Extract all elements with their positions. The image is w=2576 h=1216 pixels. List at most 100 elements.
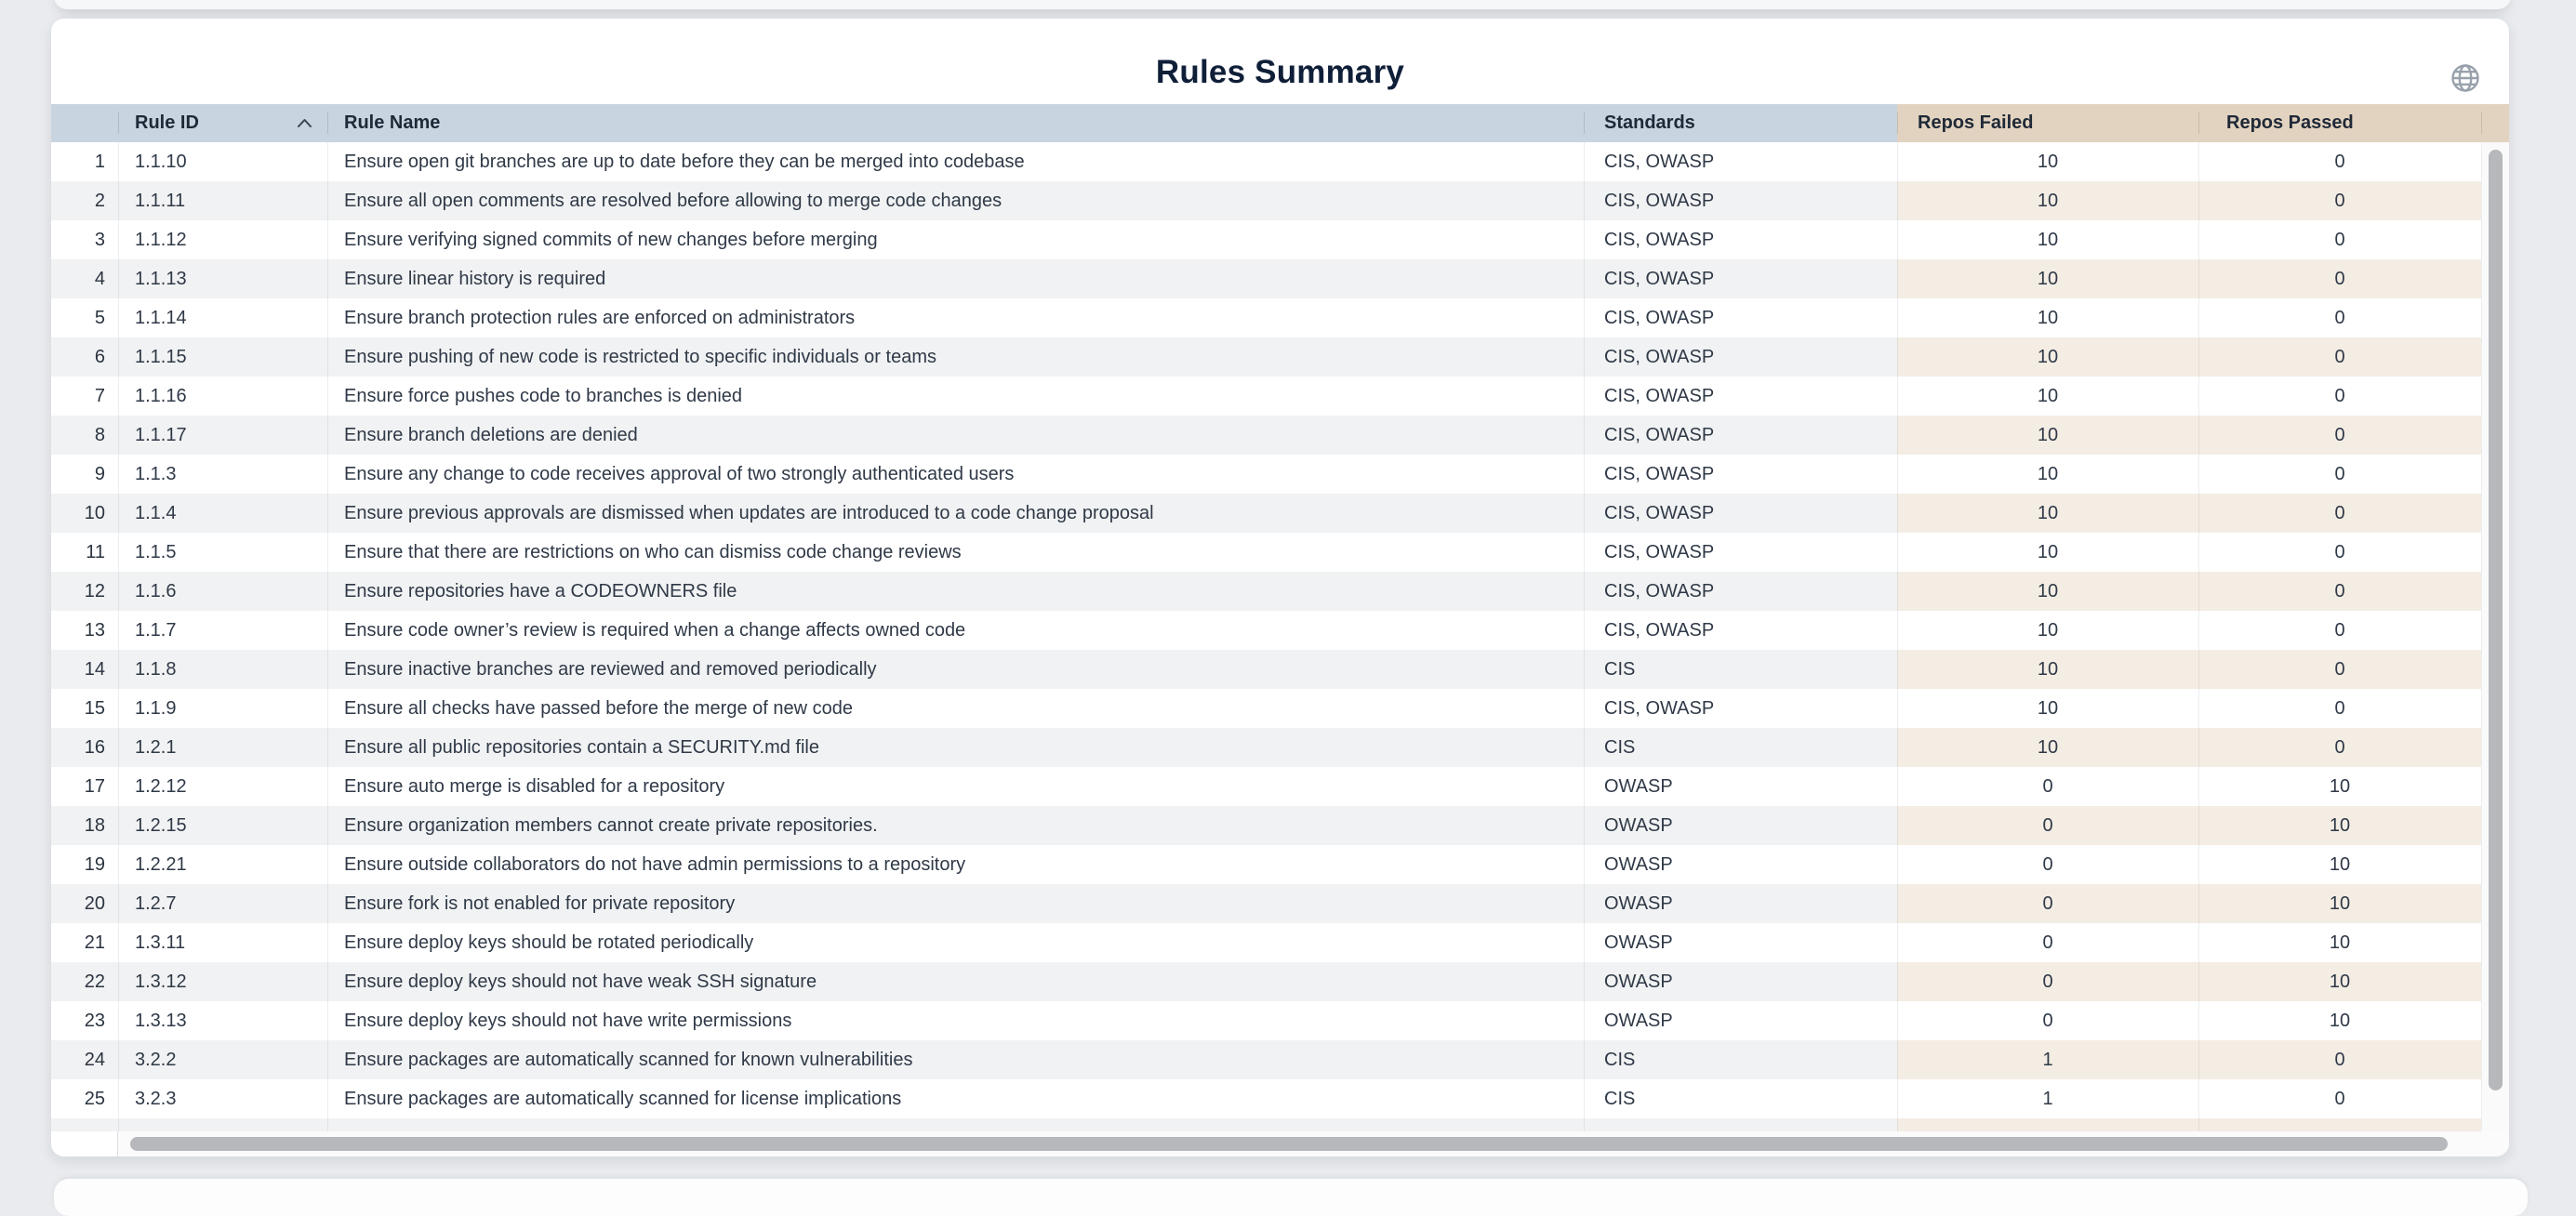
cell-rule-id: 1.1.6 [118,572,327,611]
cell-row-number: 22 [51,962,118,1001]
table-row[interactable]: 22 1.3.12 Ensure deploy keys should not … [51,962,2509,1001]
cell-rule-id [118,1118,327,1131]
table-row[interactable]: 4 1.1.13 Ensure linear history is requir… [51,259,2509,298]
table-row[interactable]: 15 1.1.9 Ensure all checks have passed b… [51,689,2509,728]
table-row[interactable]: 10 1.1.4 Ensure previous approvals are d… [51,494,2509,533]
table-row[interactable]: 13 1.1.7 Ensure code owner’s review is r… [51,611,2509,650]
table-row[interactable]: 6 1.1.15 Ensure pushing of new code is r… [51,337,2509,377]
cell-repos-passed: 0 [2198,572,2481,611]
cell-row-number: 12 [51,572,118,611]
cell-rule-id: 1.3.11 [118,923,327,962]
table-row[interactable]: 17 1.2.12 Ensure auto merge is disabled … [51,767,2509,806]
cell-repos-passed: 0 [2198,1079,2481,1118]
cell-standards: CIS, OWASP [1584,181,1897,220]
cell-repos-failed: 10 [1897,181,2198,220]
table-row[interactable]: 16 1.2.1 Ensure all public repositories … [51,728,2509,767]
cell-row-number: 18 [51,806,118,845]
table-row[interactable]: 20 1.2.7 Ensure fork is not enabled for … [51,884,2509,923]
cell-row-number: 13 [51,611,118,650]
cell-rule-id: 1.1.13 [118,259,327,298]
cell-repos-passed: 10 [2198,1001,2481,1040]
page-title: Rules Summary [51,54,2509,91]
cell-repos-failed: 10 [1897,142,2198,181]
cell-standards: CIS, OWASP [1584,455,1897,494]
cell-rule-id: 1.1.15 [118,337,327,377]
table-row[interactable]: 11 1.1.5 Ensure that there are restricti… [51,533,2509,572]
cell-rule-id: 3.2.2 [118,1040,327,1079]
table-row[interactable]: 3 1.1.12 Ensure verifying signed commits… [51,220,2509,259]
cell-standards: CIS, OWASP [1584,377,1897,416]
cell-standards: CIS, OWASP [1584,337,1897,377]
vertical-scrollbar-thumb[interactable] [2489,150,2503,1090]
table-row[interactable]: 2 1.1.11 Ensure all open comments are re… [51,181,2509,220]
cell-repos-passed: 0 [2198,611,2481,650]
cell-row-number: 20 [51,884,118,923]
cell-repos-failed: 10 [1897,728,2198,767]
cell-rule-name: Ensure linear history is required [327,259,1584,298]
horizontal-scrollbar-thumb[interactable] [130,1137,2448,1151]
globe-button[interactable] [2447,59,2484,97]
cell-repos-passed: 10 [2198,806,2481,845]
cell-rule-id: 1.3.13 [118,1001,327,1040]
cell-row-number: 15 [51,689,118,728]
cell-rule-name: Ensure inactive branches are reviewed an… [327,650,1584,689]
header-cell-rule-id[interactable]: Rule ID [118,104,327,142]
table-row-partial[interactable] [51,1118,2509,1131]
cell-repos-passed: 0 [2198,416,2481,455]
cell-repos-failed [1897,1118,2198,1131]
cell-rule-id: 1.1.3 [118,455,327,494]
cell-rule-id: 1.1.8 [118,650,327,689]
cell-repos-failed: 10 [1897,337,2198,377]
cell-rule-id: 3.2.3 [118,1079,327,1118]
cell-rule-name: Ensure all public repositories contain a… [327,728,1584,767]
next-card-edge [54,1179,2528,1216]
table-row[interactable]: 24 3.2.2 Ensure packages are automatical… [51,1040,2509,1079]
header-cell-rule-name[interactable]: Rule Name [327,104,1584,142]
table-row[interactable]: 12 1.1.6 Ensure repositories have a CODE… [51,572,2509,611]
cell-row-number: 1 [51,142,118,181]
table-row[interactable]: 25 3.2.3 Ensure packages are automatical… [51,1079,2509,1118]
cell-rule-name [327,1118,1584,1131]
cell-standards: OWASP [1584,962,1897,1001]
table-row[interactable]: 7 1.1.16 Ensure force pushes code to bra… [51,377,2509,416]
table-row[interactable]: 23 1.3.13 Ensure deploy keys should not … [51,1001,2509,1040]
cell-row-number: 6 [51,337,118,377]
header-cell-row-number [51,104,118,142]
cell-standards: OWASP [1584,767,1897,806]
cell-repos-passed: 0 [2198,298,2481,337]
header-label-repos-failed: Repos Failed [1918,112,2033,134]
cell-repos-failed: 0 [1897,767,2198,806]
cell-standards [1584,1118,1897,1131]
table-row[interactable]: 14 1.1.8 Ensure inactive branches are re… [51,650,2509,689]
table-row[interactable]: 21 1.3.11 Ensure deploy keys should be r… [51,923,2509,962]
cell-rule-name: Ensure all open comments are resolved be… [327,181,1584,220]
rules-table: Rule ID Rule Name Standards Repos Failed… [51,104,2509,1157]
cell-row-number: 11 [51,533,118,572]
header-cell-standards[interactable]: Standards [1584,104,1897,142]
table-row[interactable]: 5 1.1.14 Ensure branch protection rules … [51,298,2509,337]
table-row[interactable]: 18 1.2.15 Ensure organization members ca… [51,806,2509,845]
header-cell-repos-passed[interactable]: Repos Passed [2198,104,2481,142]
cell-row-number: 7 [51,377,118,416]
header-label-repos-passed: Repos Passed [2226,112,2354,134]
cell-rule-name: Ensure branch deletions are denied [327,416,1584,455]
table-row[interactable]: 8 1.1.17 Ensure branch deletions are den… [51,416,2509,455]
cell-repos-passed: 10 [2198,767,2481,806]
cell-repos-passed: 0 [2198,494,2481,533]
cell-rule-id: 1.1.4 [118,494,327,533]
cell-rule-name: Ensure auto merge is disabled for a repo… [327,767,1584,806]
table-row[interactable]: 1 1.1.10 Ensure open git branches are up… [51,142,2509,181]
cell-rule-name: Ensure force pushes code to branches is … [327,377,1584,416]
table-row[interactable]: 19 1.2.21 Ensure outside collaborators d… [51,845,2509,884]
cell-row-number: 2 [51,181,118,220]
cell-repos-failed: 10 [1897,533,2198,572]
cell-row-number: 25 [51,1079,118,1118]
table-row[interactable]: 9 1.1.3 Ensure any change to code receiv… [51,455,2509,494]
cell-rule-id: 1.1.10 [118,142,327,181]
header-cell-repos-failed[interactable]: Repos Failed [1897,104,2198,142]
cell-standards: CIS [1584,1040,1897,1079]
cell-standards: CIS [1584,1079,1897,1118]
cell-standards: CIS, OWASP [1584,259,1897,298]
rules-summary-card: Rules Summary Rule ID [51,19,2509,1157]
cell-rule-name: Ensure verifying signed commits of new c… [327,220,1584,259]
